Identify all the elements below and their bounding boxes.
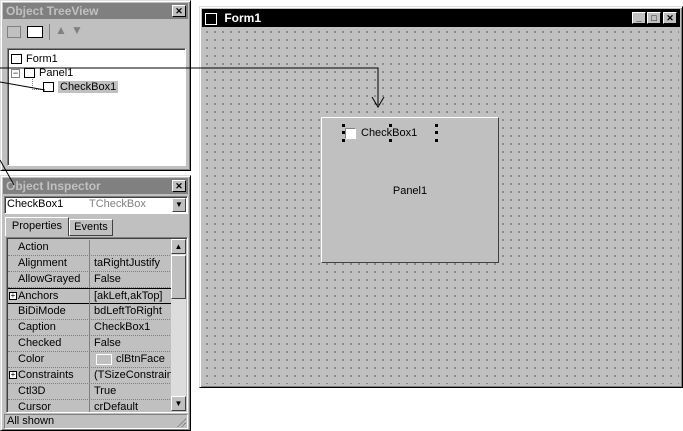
separator	[49, 24, 50, 40]
component-tree[interactable]: Form1 − Panel1 CheckBox1	[7, 48, 186, 166]
checkbox-box[interactable]	[345, 128, 356, 139]
tree-connector	[32, 79, 41, 90]
property-row[interactable]: Color clBtnFace	[8, 352, 172, 368]
treeview-toolbar: ▲ ▼	[5, 22, 185, 44]
property-row[interactable]: Checked False	[8, 336, 172, 352]
object-inspector-window: Object Inspector ✕ CheckBox1 TCheckBox ▼…	[0, 175, 191, 431]
delete-item-icon[interactable]	[27, 26, 43, 38]
property-grid[interactable]: Action Alignment taRightJustify AllowGray…	[6, 237, 188, 413]
property-row[interactable]: + Anchors [akLeft,akTop]	[8, 288, 172, 304]
size-grip-icon[interactable]	[176, 417, 186, 427]
color-swatch-icon	[96, 353, 112, 365]
scroll-up-arrow-icon[interactable]: ▲	[171, 239, 186, 254]
minimize-button[interactable]: _	[632, 12, 646, 24]
checkbox-component-icon	[43, 82, 54, 93]
object-selector[interactable]: CheckBox1 TCheckBox ▼	[4, 196, 188, 214]
property-row[interactable]: + Constraints (TSizeConstraint	[8, 368, 172, 384]
property-row[interactable]: AllowGrayed False	[8, 272, 172, 288]
inspector-titlebar[interactable]: Object Inspector ✕	[3, 178, 188, 194]
panel-icon	[24, 68, 35, 79]
selection-handle[interactable]	[389, 124, 392, 127]
panel-caption: Panel1	[392, 185, 428, 197]
property-scrollbar[interactable]: ▲ ▼	[171, 239, 186, 411]
property-row[interactable]: Cursor crDefault	[8, 400, 172, 412]
selection-handle[interactable]	[389, 139, 392, 142]
selection-handle[interactable]	[435, 131, 438, 134]
move-down-icon[interactable]: ▼	[71, 23, 83, 37]
property-row[interactable]: Action	[8, 240, 172, 256]
tab-properties[interactable]: Properties	[5, 217, 69, 236]
property-rows: Action Alignment taRightJustify AllowGray…	[8, 240, 172, 412]
property-row[interactable]: Ctl3D True	[8, 384, 172, 400]
tree-item-form1[interactable]: Form1	[11, 53, 58, 65]
scroll-thumb[interactable]	[171, 255, 186, 299]
collapse-icon[interactable]: −	[11, 68, 20, 78]
inspector-title: Object Inspector	[6, 179, 101, 193]
selector-type: TCheckBox	[89, 198, 146, 210]
maximize-button[interactable]: □	[647, 12, 661, 24]
treeview-title: Object TreeView	[6, 4, 99, 18]
object-treeview-window: Object TreeView ✕ ▲ ▼ Form1 − Panel1 Chec…	[0, 0, 191, 171]
property-row[interactable]: BiDiMode bdLeftToRight	[8, 304, 172, 320]
selector-name: CheckBox1	[7, 198, 64, 210]
new-item-icon[interactable]	[7, 26, 21, 38]
selection-handle[interactable]	[435, 124, 438, 127]
property-row[interactable]: Alignment taRightJustify	[8, 256, 172, 272]
tree-item-panel1[interactable]: − Panel1	[11, 67, 73, 79]
form1-titlebar[interactable]: Form1 _ □ ✕	[202, 9, 680, 27]
form1-title: Form1	[224, 11, 262, 25]
tab-events[interactable]: Events	[69, 219, 113, 236]
selector-dropdown-button[interactable]: ▼	[172, 198, 186, 212]
move-up-icon[interactable]: ▲	[55, 23, 67, 37]
panel1[interactable]: Panel1 CheckBox1	[321, 117, 499, 263]
selection-handle[interactable]	[435, 139, 438, 142]
treeview-close-button[interactable]: ✕	[172, 5, 186, 17]
property-row[interactable]: Caption CheckBox1	[8, 320, 172, 336]
form-design-surface[interactable]: Panel1 CheckBox1	[203, 28, 679, 384]
form-icon	[11, 54, 22, 65]
treeview-titlebar[interactable]: Object TreeView ✕	[3, 3, 188, 19]
close-button[interactable]: ✕	[663, 12, 677, 24]
selection-handle[interactable]	[342, 124, 345, 127]
tree-item-checkbox1[interactable]: CheckBox1	[43, 81, 119, 93]
inspector-status-bar: All shown	[4, 414, 188, 429]
checkbox-caption: CheckBox1	[361, 127, 418, 139]
selection-handle[interactable]	[342, 131, 345, 134]
inspector-close-button[interactable]: ✕	[172, 180, 186, 192]
selection-handle[interactable]	[342, 139, 345, 142]
status-text: All shown	[7, 415, 55, 427]
form-app-icon	[205, 12, 217, 25]
scroll-down-arrow-icon[interactable]: ▼	[171, 396, 186, 411]
